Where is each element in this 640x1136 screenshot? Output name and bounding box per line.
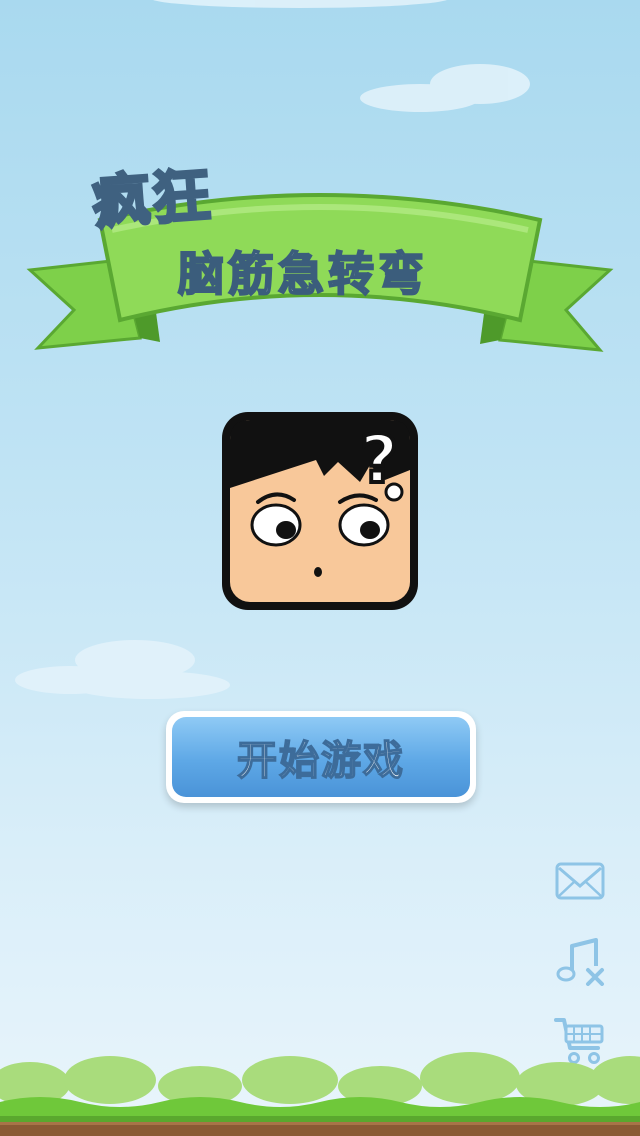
confused-face-icon: ? — [222, 412, 418, 610]
ground-decoration — [0, 1052, 640, 1136]
title-line1: 疯狂 — [89, 159, 216, 238]
start-game-button[interactable]: 开始游戏 — [166, 711, 476, 803]
start-game-button-face: 开始游戏 — [172, 717, 470, 797]
game-start-screen: 疯狂 脑筋急转弯 ? 开始游戏 — [0, 0, 640, 1136]
mail-icon[interactable] — [554, 856, 606, 908]
title-line2: 脑筋急转弯 — [177, 246, 428, 302]
start-game-label: 开始游戏 — [236, 737, 405, 785]
music-off-icon[interactable] — [554, 934, 606, 986]
